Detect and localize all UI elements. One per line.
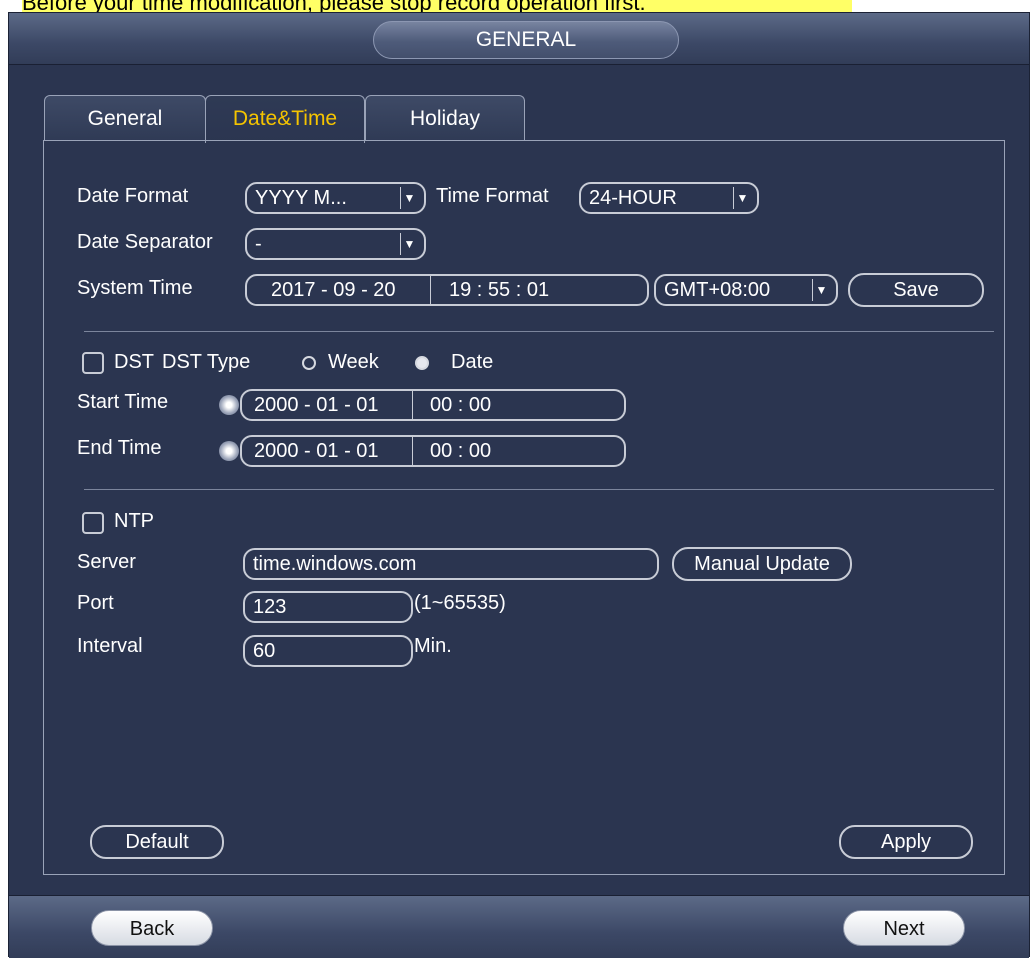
end-time-input[interactable]: 2000 - 01 - 01 00 : 00	[240, 435, 626, 467]
dst-date-label: Date	[451, 351, 494, 373]
start-date-value: 2000 - 01 - 01	[254, 394, 379, 416]
manual-update-button[interactable]: Manual Update	[672, 547, 852, 581]
chevron-down-icon: ▼	[400, 187, 418, 209]
interval-label: Interval	[77, 635, 143, 657]
bottom-nav-bar: Back Next	[9, 895, 1029, 958]
ntp-checkbox[interactable]	[82, 512, 104, 534]
time-format-label: Time Format	[436, 185, 549, 207]
ntp-server-input[interactable]: time.windows.com	[243, 548, 659, 580]
tab-holiday[interactable]: Holiday	[365, 95, 525, 141]
dst-checkbox[interactable]	[82, 352, 104, 374]
server-label: Server	[77, 551, 136, 573]
dst-type-label: DST Type	[162, 351, 251, 373]
title-bar: GENERAL	[9, 13, 1029, 65]
divider	[84, 331, 994, 332]
time-format-select[interactable]: 24-HOUR ▼	[579, 182, 759, 214]
port-label: Port	[77, 592, 114, 614]
divider	[84, 489, 994, 490]
ntp-server-value: time.windows.com	[253, 553, 417, 575]
timezone-select[interactable]: GMT+08:00 ▼	[654, 274, 838, 306]
apply-button[interactable]: Apply	[839, 825, 973, 859]
end-date-value: 2000 - 01 - 01	[254, 440, 379, 462]
system-date-value: 2017 - 09 - 20	[271, 279, 396, 301]
port-value: 123	[253, 596, 287, 618]
date-format-value: YYYY M...	[255, 187, 347, 209]
next-button[interactable]: Next	[843, 910, 965, 946]
interval-input[interactable]: 60	[243, 635, 413, 667]
start-clock-value: 00 : 00	[430, 394, 492, 416]
system-time-label: System Time	[77, 277, 193, 299]
port-input[interactable]: 123	[243, 591, 413, 623]
chevron-down-icon: ▼	[812, 279, 830, 301]
timezone-value: GMT+08:00	[664, 279, 771, 301]
date-format-label: Date Format	[77, 185, 189, 207]
interval-unit: Min.	[414, 635, 452, 657]
dst-week-radio[interactable]	[302, 356, 316, 370]
dst-label: DST	[114, 351, 154, 373]
ntp-label: NTP	[114, 510, 154, 532]
dst-date-radio[interactable]	[415, 356, 429, 370]
tab-date-time[interactable]: Date&Time	[205, 95, 365, 143]
system-clock-value: 19 : 55 : 01	[449, 279, 550, 301]
port-range-hint: (1~65535)	[414, 592, 506, 614]
date-format-select[interactable]: YYYY M... ▼	[245, 182, 426, 214]
tab-general[interactable]: General	[44, 95, 206, 141]
clock-icon[interactable]	[219, 395, 239, 415]
chevron-down-icon: ▼	[733, 187, 751, 209]
time-format-value: 24-HOUR	[589, 187, 677, 209]
start-time-label: Start Time	[77, 391, 169, 413]
date-separator-select[interactable]: - ▼	[245, 228, 426, 260]
dst-week-label: Week	[328, 351, 379, 373]
general-settings-dialog: GENERAL General Date&Time Holiday Date F…	[8, 12, 1030, 958]
default-button[interactable]: Default	[90, 825, 224, 859]
save-time-button[interactable]: Save	[848, 273, 984, 307]
start-time-input[interactable]: 2000 - 01 - 01 00 : 00	[240, 389, 626, 421]
date-separator-label: Date Separator	[77, 231, 213, 253]
end-clock-value: 00 : 00	[430, 440, 492, 462]
interval-value: 60	[253, 640, 276, 662]
window-title: GENERAL	[373, 21, 679, 59]
end-time-label: End Time	[77, 437, 162, 459]
chevron-down-icon: ▼	[400, 233, 418, 255]
back-button[interactable]: Back	[91, 910, 213, 946]
date-time-panel: Date Format YYYY M... ▼ Time Format 24-H…	[43, 140, 1005, 875]
clock-icon[interactable]	[219, 441, 239, 461]
date-separator-value: -	[255, 233, 262, 255]
system-time-input[interactable]: 2017 - 09 - 20 19 : 55 : 01	[245, 274, 649, 306]
